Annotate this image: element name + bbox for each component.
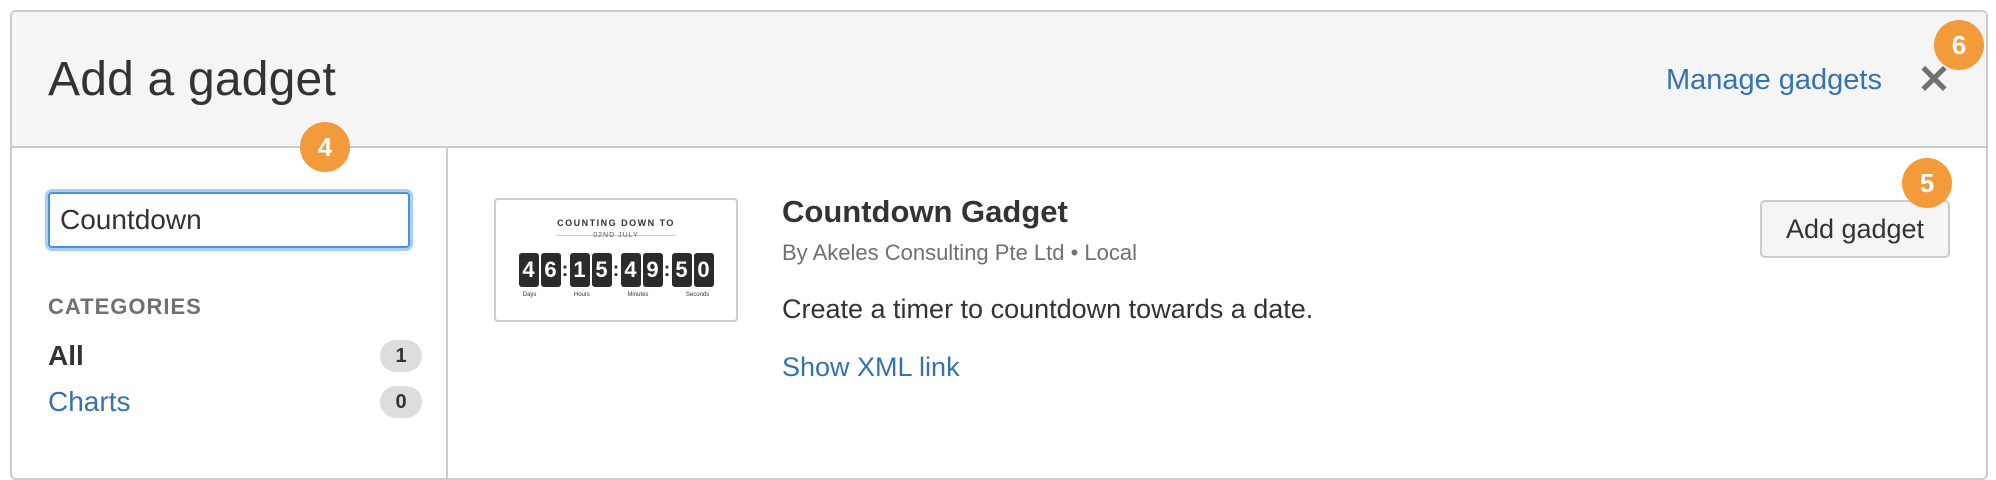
category-count-badge: 1 xyxy=(380,340,422,372)
countdown-unit-label: Hours xyxy=(573,292,590,298)
gadget-title: Countdown Gadget xyxy=(782,194,1068,229)
countdown-unit-label: Days xyxy=(522,292,537,298)
countdown-unit-label: Seconds xyxy=(685,292,710,298)
countdown-digit: 4 xyxy=(620,253,641,287)
dialog-title: Add a gadget xyxy=(48,53,336,106)
manage-gadgets-link[interactable]: Manage gadgets xyxy=(1666,64,1882,97)
callout-marker: 5 xyxy=(1902,158,1952,208)
callout-marker: 6 xyxy=(1934,20,1984,70)
category-item-charts[interactable]: Charts 0 xyxy=(48,382,422,422)
gadget-description: Create a timer to countdown towards a da… xyxy=(782,294,1314,324)
gadget-list: COUNTING DOWN TO 02ND JULY 4 6 : 1 5 : 4… xyxy=(450,148,1986,478)
category-item-all[interactable]: All 1 xyxy=(48,336,422,376)
search-input[interactable] xyxy=(48,192,410,248)
countdown-unit-label: Minutes xyxy=(627,292,649,298)
countdown-separator: : xyxy=(663,259,671,281)
countdown-digit: 1 xyxy=(569,253,590,287)
callout-marker: 4 xyxy=(300,122,350,172)
countdown-units: Days Hours Minutes Seconds xyxy=(504,292,728,298)
countdown-digit: 4 xyxy=(518,253,539,287)
add-gadget-dialog: Add a gadget Manage gadgets ✕ CATEGORIES… xyxy=(10,10,1988,480)
sidebar: CATEGORIES All 1 Charts 0 xyxy=(12,148,448,478)
countdown-separator: : xyxy=(561,259,569,281)
countdown-separator: : xyxy=(612,259,620,281)
thumbnail-date: 02ND JULY xyxy=(593,232,639,239)
gadget-thumbnail: COUNTING DOWN TO 02ND JULY 4 6 : 1 5 : 4… xyxy=(494,198,738,322)
show-xml-link[interactable]: Show XML link xyxy=(782,352,960,383)
add-gadget-button[interactable]: Add gadget xyxy=(1760,200,1950,258)
countdown-digits: 4 6 : 1 5 : 4 9 : 5 0 xyxy=(502,252,730,288)
gadget-author: By Akeles Consulting Pte Ltd • Local xyxy=(782,240,1138,265)
countdown-digit: 9 xyxy=(642,253,663,287)
countdown-digit: 5 xyxy=(671,253,692,287)
category-count-badge: 0 xyxy=(380,386,422,418)
close-icon[interactable]: ✕ xyxy=(1916,60,1952,100)
categories-heading: CATEGORIES xyxy=(48,294,202,319)
countdown-digit: 6 xyxy=(540,253,561,287)
countdown-digit: 0 xyxy=(693,253,714,287)
countdown-digit: 5 xyxy=(591,253,612,287)
category-label: All xyxy=(48,340,84,371)
thumbnail-title: COUNTING DOWN TO xyxy=(557,218,675,228)
category-label: Charts xyxy=(48,386,131,417)
